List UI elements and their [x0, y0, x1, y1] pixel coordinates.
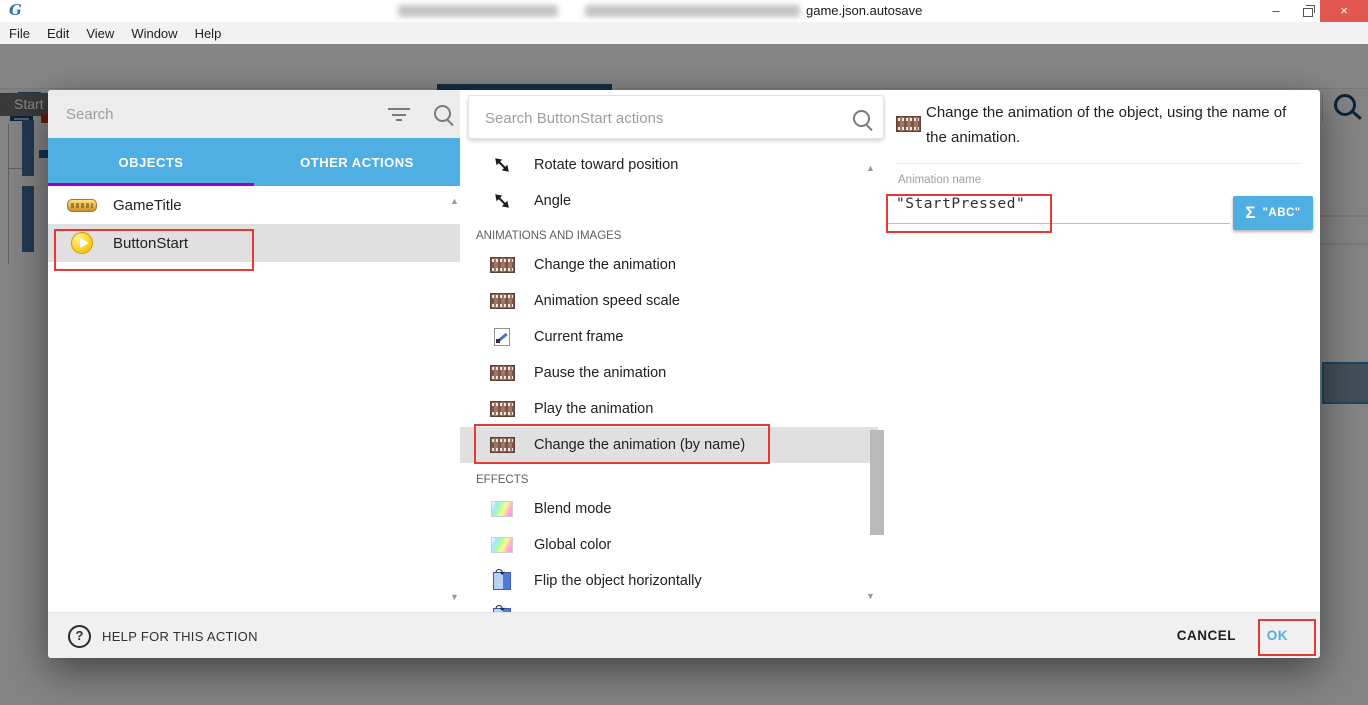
film-strip-icon [490, 293, 515, 309]
action-item-label: Flip the object horizontally [534, 573, 702, 589]
animation-name-field [888, 191, 1230, 224]
search-icon[interactable] [853, 110, 870, 127]
dialog-footer: ? HELP FOR THIS ACTION CANCEL OK [48, 612, 1320, 658]
action-group-header: EFFECTS [460, 463, 878, 491]
action-item-label: Play the animation [534, 401, 653, 417]
close-button[interactable]: × [1320, 0, 1368, 22]
objects-panel: OBJECTS OTHER ACTIONS GameTitle ButtonSta… [48, 90, 460, 612]
app-window: G game.json.autosave – × File Edit View … [0, 0, 1368, 705]
tab-other-actions-label: OTHER ACTIONS [300, 155, 414, 170]
color-gradient-icon [491, 501, 513, 517]
action-list-item[interactable]: Change the animation [460, 247, 878, 283]
action-list-item[interactable]: Flip the object horizontally [460, 563, 878, 599]
action-list-item[interactable] [460, 599, 878, 612]
actions-search-input[interactable] [483, 104, 827, 132]
object-list-item[interactable]: GameTitle [48, 186, 460, 224]
action-item-label: Rotate toward position [534, 157, 678, 173]
rotate-arrow-icon [492, 191, 512, 211]
tab-objects-label: OBJECTS [119, 155, 184, 170]
menu-file[interactable]: File [9, 26, 30, 41]
menu-view[interactable]: View [86, 26, 114, 41]
abc-label: "ABC" [1262, 207, 1300, 219]
action-item-label: Pause the animation [534, 365, 666, 381]
filter-icon[interactable] [388, 108, 410, 124]
object-list-item[interactable]: ButtonStart [48, 224, 460, 262]
action-editor-dialog: OBJECTS OTHER ACTIONS GameTitle ButtonSta… [48, 90, 1320, 658]
scrollbar-down-arrow[interactable]: ▼ [866, 591, 875, 601]
action-list-item[interactable]: Play the animation [460, 391, 878, 427]
menu-help[interactable]: Help [195, 26, 222, 41]
tab-objects[interactable]: OBJECTS [48, 138, 254, 186]
blurred-file-path [585, 5, 800, 17]
ok-button[interactable]: OK [1267, 628, 1288, 643]
search-icon[interactable] [434, 105, 451, 122]
film-strip-icon [490, 257, 515, 273]
tab-other-actions[interactable]: OTHER ACTIONS [254, 138, 460, 186]
film-strip-icon [896, 116, 921, 132]
action-list-item[interactable]: Animation speed scale [460, 283, 878, 319]
action-item-label: Animation speed scale [534, 293, 680, 309]
help-label: HELP FOR THIS ACTION [102, 629, 258, 644]
action-item-label: Change the animation (by name) [534, 437, 745, 453]
blurred-file-path [398, 5, 558, 17]
question-mark-icon: ? [68, 625, 91, 648]
gametitle-thumbnail [67, 199, 97, 212]
action-item-label: Global color [534, 537, 611, 553]
scrollbar-thumb[interactable] [870, 430, 884, 535]
scrollbar-down-arrow[interactable]: ▼ [450, 592, 459, 602]
menu-window[interactable]: Window [131, 26, 177, 41]
scrollbar-up-arrow[interactable]: ▲ [450, 196, 459, 206]
animation-name-label: Animation name [898, 174, 981, 186]
menubar: File Edit View Window Help [0, 22, 1368, 44]
action-list-item[interactable]: Change the animation (by name) [460, 427, 878, 463]
film-strip-icon [490, 365, 515, 381]
help-button[interactable]: ? HELP FOR THIS ACTION [68, 625, 258, 648]
action-list-item[interactable]: Rotate toward position [460, 147, 878, 183]
objects-search-input[interactable] [64, 100, 368, 128]
expression-editor-button[interactable]: Σ "ABC" [1233, 196, 1313, 230]
actions-search-bar [468, 95, 884, 139]
minimize-button[interactable]: – [1260, 0, 1292, 22]
action-group-header: ANIMATIONS AND IMAGES [460, 219, 878, 247]
object-name: GameTitle [113, 197, 182, 214]
action-list-item[interactable]: Angle [460, 183, 878, 219]
objects-search-bar [48, 90, 460, 138]
action-item-label: Blend mode [534, 501, 611, 517]
titlebar: G game.json.autosave – × [0, 0, 1368, 22]
actions-panel: Rotate toward position Angle ANIMATIONS AN… [460, 90, 886, 612]
window-title: game.json.autosave [806, 3, 922, 18]
flip-horizontal-icon [493, 572, 511, 590]
parameters-panel: Change the animation of the object, usin… [886, 90, 1320, 612]
color-gradient-icon [491, 537, 513, 553]
film-strip-icon [490, 437, 515, 453]
sigma-icon: Σ [1245, 203, 1255, 223]
action-item-label: Current frame [534, 329, 623, 345]
action-list-item[interactable]: Pause the animation [460, 355, 878, 391]
scrollbar-up-arrow[interactable]: ▲ [866, 163, 875, 173]
film-strip-icon [490, 401, 515, 417]
gdevelop-logo: G [9, 1, 22, 19]
objects-list: GameTitle ButtonStart [48, 186, 460, 612]
menu-edit[interactable]: Edit [47, 26, 69, 41]
action-list-item[interactable]: Blend mode [460, 491, 878, 527]
action-list-item[interactable]: Current frame [460, 319, 878, 355]
actions-list: Rotate toward position Angle ANIMATIONS AN… [460, 147, 878, 612]
buttonstart-thumbnail [71, 232, 93, 254]
objects-tab-bar: OBJECTS OTHER ACTIONS [48, 138, 460, 186]
rotate-arrow-icon [492, 155, 512, 175]
divider [896, 163, 1300, 164]
action-item-label: Angle [534, 193, 571, 209]
action-description: Change the animation of the object, usin… [926, 101, 1302, 150]
current-frame-icon [494, 328, 510, 346]
action-item-label: Change the animation [534, 257, 676, 273]
maximize-button[interactable] [1294, 0, 1322, 22]
object-name: ButtonStart [113, 235, 188, 252]
animation-name-input[interactable] [894, 195, 1218, 213]
action-list-item[interactable]: Global color [460, 527, 878, 563]
cancel-button[interactable]: CANCEL [1177, 628, 1236, 643]
